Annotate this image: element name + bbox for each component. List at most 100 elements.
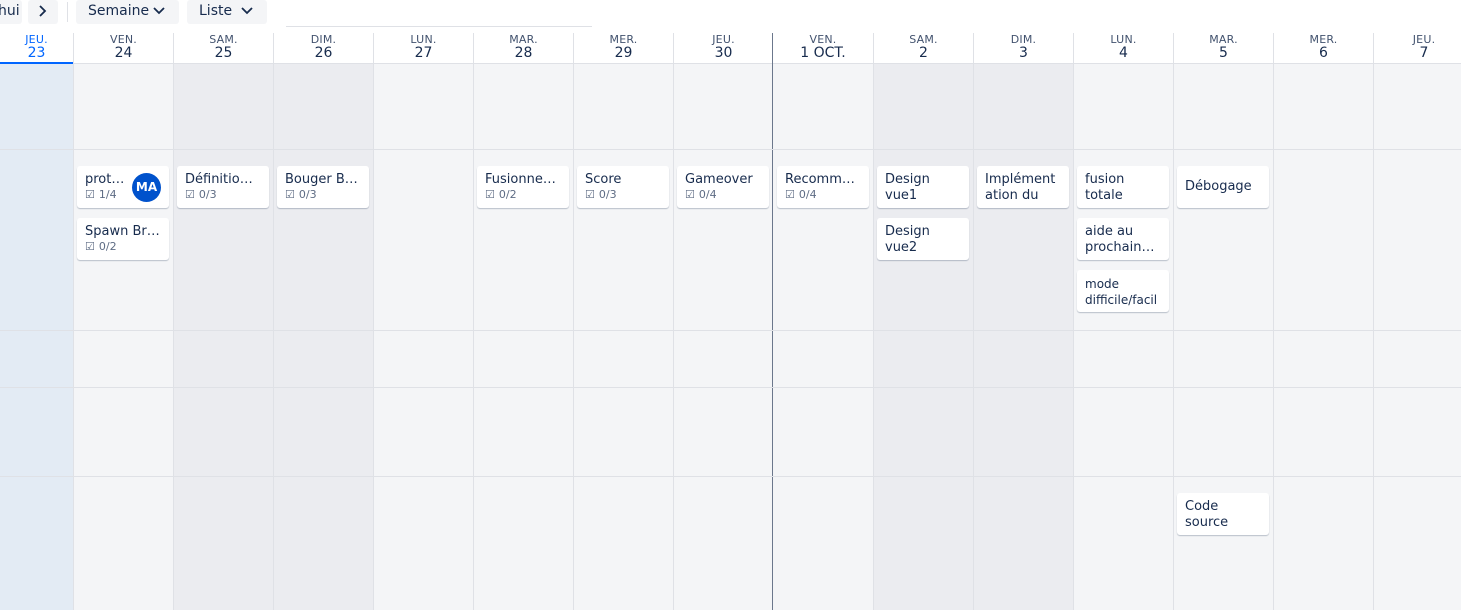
issue-card[interactable]: Recomm… ☑ 0/4 <box>777 166 869 208</box>
day-header: LUN. 4 <box>1074 33 1173 64</box>
day-column[interactable]: JEU. 7 <box>1373 33 1461 610</box>
issue-card[interactable]: Bouger B… ☑ 0/3 <box>277 166 369 208</box>
card-title: Gameover <box>685 172 753 187</box>
subtask-count: 0/3 <box>298 188 317 201</box>
card-subtasks: ☑ 0/4 <box>685 188 761 202</box>
row-divider <box>0 330 1461 331</box>
today-button[interactable]: hui <box>0 0 22 24</box>
day-header: MAR. 28 <box>474 33 573 64</box>
day-header: JEU. 23 <box>0 33 73 64</box>
day-number: 1 OCT. <box>800 45 846 61</box>
subtask-count: 0/4 <box>698 188 717 201</box>
checkbox-icon: ☑ <box>685 188 695 201</box>
day-header: MER. 29 <box>574 33 673 64</box>
issue-card[interactable]: mode difficile/facile <box>1077 270 1169 312</box>
day-column[interactable]: VEN. 24 <box>73 33 173 610</box>
day-number: 23 <box>27 45 46 61</box>
chevron-right-icon <box>37 0 49 30</box>
day-of-week: JEU. <box>1412 33 1436 46</box>
subtask-count: 0/3 <box>598 188 617 201</box>
card-title: Bouger B… <box>285 172 358 187</box>
day-column[interactable]: SAM. 25 <box>173 33 273 610</box>
toolbar-divider <box>67 2 68 22</box>
card-title: Design vue1 <box>885 172 930 203</box>
issue-card[interactable]: Score ☑ 0/3 <box>577 166 669 208</box>
issue-card[interactable]: Fusionne… ☑ 0/2 <box>477 166 569 208</box>
day-number: 28 <box>514 45 533 61</box>
card-subtasks: ☑ 0/2 <box>85 240 161 254</box>
day-header: VEN. 24 <box>74 33 173 64</box>
issue-card[interactable]: prot… ☑ 1/4 MA <box>77 166 169 208</box>
card-subtasks: ☑ 0/3 <box>185 188 261 202</box>
row-divider <box>0 387 1461 388</box>
card-subtasks: ☑ 0/2 <box>485 188 561 202</box>
today-button-label: hui <box>0 3 20 19</box>
day-number: 30 <box>714 45 733 61</box>
day-column[interactable]: VEN. 1 OCT. <box>772 33 873 610</box>
chevron-down-icon <box>240 0 254 30</box>
card-title: fusion totale <box>1085 172 1125 203</box>
issue-card[interactable]: Débogage <box>1177 166 1269 208</box>
day-header: LUN. 27 <box>374 33 473 64</box>
card-title: Implémentation du menu <box>985 172 1056 203</box>
issue-card[interactable]: Code source <box>1177 493 1269 535</box>
calendar-toolbar: hui Semaine Liste <box>0 0 1461 33</box>
card-subtasks: ☑ 0/4 <box>785 188 861 202</box>
card-title: aide au prochain… <box>1085 224 1155 255</box>
day-column[interactable]: LUN. 4 <box>1073 33 1173 610</box>
next-period-button[interactable] <box>28 0 58 24</box>
issue-card[interactable]: Définitio… ☑ 0/3 <box>177 166 269 208</box>
day-column[interactable]: LUN. 27 <box>373 33 473 610</box>
subtask-count: 0/3 <box>198 188 217 201</box>
day-column[interactable]: JEU. 30 <box>673 33 773 610</box>
day-column[interactable]: MER. 29 <box>573 33 673 610</box>
subtask-count: 0/4 <box>798 188 817 201</box>
avatar[interactable]: MA <box>132 173 161 202</box>
issue-card[interactable]: fusion totale <box>1077 166 1169 208</box>
checkbox-icon: ☑ <box>485 188 495 201</box>
day-header: MAR. 5 <box>1174 33 1273 64</box>
day-number: 26 <box>314 45 333 61</box>
day-column[interactable]: MER. 6 <box>1273 33 1373 610</box>
day-column[interactable]: JEU. 23 <box>0 33 73 610</box>
card-title: Code source <box>1185 499 1229 530</box>
mode-select-label: Liste <box>199 3 233 19</box>
day-column[interactable]: DIM. 26 <box>273 33 373 610</box>
day-number: 3 <box>1019 45 1028 61</box>
day-number: 2 <box>919 45 928 61</box>
card-title: Débogage <box>1185 179 1252 194</box>
day-header: JEU. 30 <box>674 33 773 64</box>
day-number: 27 <box>414 45 433 61</box>
subtask-count: 0/2 <box>98 240 117 253</box>
checkbox-icon: ☑ <box>585 188 595 201</box>
card-title: Recomm… <box>785 172 855 187</box>
day-column[interactable]: DIM. 3 <box>973 33 1073 610</box>
issue-card[interactable]: Spawn Br… ☑ 0/2 <box>77 218 169 260</box>
view-select-week[interactable]: Semaine <box>76 0 179 24</box>
day-number: 5 <box>1219 45 1228 61</box>
day-header: DIM. 26 <box>274 33 373 64</box>
day-header: VEN. 1 OCT. <box>773 33 873 64</box>
day-column[interactable]: MAR. 28 <box>473 33 573 610</box>
card-subtasks: ☑ 0/3 <box>585 188 661 202</box>
issue-card[interactable]: Design vue2 <box>877 218 969 260</box>
checkbox-icon: ☑ <box>285 188 295 201</box>
issue-card[interactable]: Implémentation du menu <box>977 166 1069 208</box>
subtask-count: 1/4 <box>98 188 117 201</box>
day-header: JEU. 7 <box>1374 33 1461 64</box>
day-number: 29 <box>614 45 633 61</box>
card-title: prot… <box>85 172 125 187</box>
checkbox-icon: ☑ <box>85 240 95 253</box>
toolbar-underline <box>286 26 592 27</box>
issue-card[interactable]: Gameover ☑ 0/4 <box>677 166 769 208</box>
day-header: SAM. 2 <box>874 33 973 64</box>
card-title: Définitio… <box>185 172 253 187</box>
card-title: Design vue2 <box>885 224 930 255</box>
issue-card[interactable]: aide au prochain… <box>1077 218 1169 260</box>
mode-select-list[interactable]: Liste <box>187 0 267 24</box>
checkbox-icon: ☑ <box>185 188 195 201</box>
issue-card[interactable]: Design vue1 <box>877 166 969 208</box>
card-title: Fusionne… <box>485 172 556 187</box>
day-column[interactable]: SAM. 2 <box>873 33 973 610</box>
day-number: 24 <box>114 45 133 61</box>
